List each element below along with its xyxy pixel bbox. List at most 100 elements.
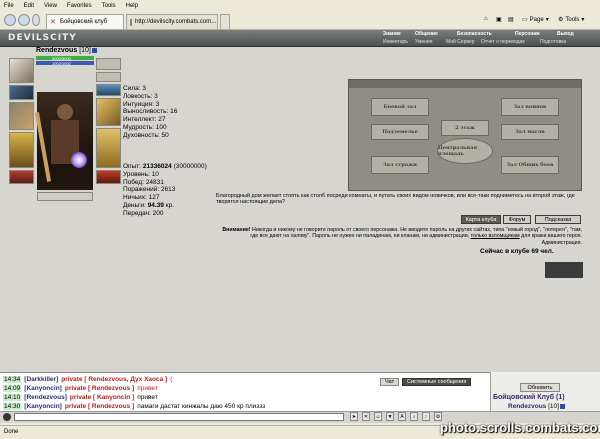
armor-slot[interactable] [9, 132, 34, 168]
character-name[interactable]: Rendezvous [10] [36, 47, 97, 54]
level-line: Уровень: 10 [123, 170, 159, 178]
chat-line: 14:30 [Kanyoncin] private [ Rendezvous ]… [3, 403, 266, 410]
magic-orb-icon [71, 152, 87, 168]
hp-bar: 5000/5000 [36, 56, 94, 61]
chevron-down-icon: ▾ [581, 17, 585, 23]
hackers-link[interactable]: только взломщикам [471, 233, 520, 239]
boots-slot[interactable] [96, 170, 121, 184]
tab-fight-club[interactable]: ✕ Бойцовский клуб [46, 14, 124, 29]
subnav-inventory[interactable]: Инвентарь [383, 39, 408, 45]
info-icon[interactable] [559, 403, 565, 409]
tab-chat[interactable]: Чат [380, 378, 400, 386]
menu-view[interactable]: View [44, 3, 57, 9]
print-icon[interactable]: ▤ [508, 16, 514, 23]
send-icon[interactable]: ➤ [350, 412, 358, 421]
subnav-preparation[interactable]: Подготовка [540, 39, 566, 45]
subnav-transfer-report[interactable]: Отчет о переводах [481, 39, 525, 45]
tab-devilscity[interactable]: http://devilscity.combats.com... [126, 14, 218, 29]
character-record: Опыт: 21336024 (30000000) Уровень: 10 По… [123, 163, 207, 218]
warning-tail: для кражи вашего героя. [521, 233, 582, 240]
room-common-fights-hall[interactable]: Зал Общих боев [501, 156, 559, 174]
page-menu[interactable]: ▭ Page ▾ [522, 16, 549, 24]
favorites-star-icon[interactable] [4, 14, 16, 26]
room-guard-hall[interactable]: Зал стражи [371, 156, 429, 174]
money: Деньги: 94.39 кр. [123, 201, 174, 209]
refresh-button[interactable]: Обновить [520, 383, 560, 392]
filter-icon[interactable]: ▼ [386, 412, 394, 421]
stat-strength: Сила: 3 [123, 85, 146, 92]
tab-title: http://devilscity.combats.com... [135, 19, 217, 25]
gear-icon: ⚙ [558, 17, 564, 23]
stat-agility: Ловкость: 3 [123, 92, 158, 100]
tab-system-messages[interactable]: Системные сообщения [402, 378, 472, 386]
room-battle-hall[interactable]: Боевой зал [371, 98, 429, 116]
room-dungeon[interactable]: Подземелье [371, 124, 429, 140]
nav-security[interactable]: Безопасность [457, 31, 492, 37]
menu-edit[interactable]: Edit [24, 3, 34, 9]
subnav-skills[interactable]: Умения [415, 39, 432, 45]
menu-help[interactable]: Help [126, 3, 138, 9]
draws: Ничьих: 127 [123, 194, 160, 202]
chevron-down-icon: ▾ [545, 17, 549, 23]
gloves-slot[interactable] [96, 98, 121, 126]
clear-icon[interactable]: ✕ [362, 412, 370, 421]
chat-line: 14:10 [Rendezvous] private [ Kanyoncin ]… [3, 394, 158, 401]
experience: Опыт: 21336024 (30000000) [123, 163, 207, 170]
belt-slot[interactable] [9, 170, 34, 184]
menu-file[interactable]: File [4, 3, 14, 9]
menu-tools[interactable]: Tools [102, 3, 116, 9]
administration-signature: Администрация. [541, 239, 582, 246]
subnav-my-server[interactable]: Мой Сервер [446, 39, 475, 45]
room-warriors-hall[interactable]: Зал воинов [501, 98, 559, 116]
crossed-swords-icon: ✕ [50, 18, 56, 26]
online-member[interactable]: Rendezvous [10] [508, 403, 565, 410]
weapon-slot[interactable] [9, 102, 34, 130]
staff-icon [34, 112, 52, 182]
stat-spirituality: Духовность: 50 [123, 131, 169, 139]
club-map-button[interactable]: Карта клуба [461, 215, 501, 224]
shield-slot[interactable] [96, 128, 121, 168]
club-map: Боевой зал Зал воинов Подземелье 2 этаж … [348, 79, 582, 191]
room-second-floor[interactable]: 2 этаж [441, 120, 489, 136]
clock-icon[interactable] [3, 413, 11, 421]
helmet-slot[interactable] [9, 58, 34, 83]
game-viewport: DEVILSCITY Знание Общение Безопасность П… [0, 30, 600, 372]
rings-slot[interactable] [96, 84, 121, 96]
chat-input[interactable] [14, 413, 344, 421]
info-icon[interactable] [91, 47, 97, 53]
club-online-title: Бойцовский Клуб (1) [493, 394, 565, 401]
earrings-slot[interactable] [96, 58, 121, 70]
smile-icon[interactable]: ☺ [374, 412, 382, 421]
character-avatar [34, 92, 93, 190]
feeds-icon[interactable]: ▣ [496, 16, 502, 23]
nav-exit[interactable]: Выход [557, 31, 574, 37]
room-central-square[interactable]: Центральная площадь [437, 138, 493, 164]
tools-menu[interactable]: ⚙ Tools ▾ [558, 16, 585, 24]
browser-menubar: File Edit View Favorites Tools Help [0, 0, 600, 11]
tab-list-icon[interactable] [32, 14, 40, 26]
new-tab-button[interactable] [220, 14, 230, 29]
hint-button[interactable]: Подсказка [535, 215, 581, 224]
menu-favorites[interactable]: Favorites [67, 3, 92, 9]
home-icon[interactable]: ⌂ [484, 16, 488, 22]
nav-communication[interactable]: Общение [415, 31, 438, 37]
mute-icon[interactable]: ♪ [410, 412, 418, 421]
warning-title: Внимание! [222, 227, 251, 233]
amulet-slot[interactable] [96, 72, 121, 82]
location-description: Благородный дом желает стоять как столб … [216, 193, 575, 206]
scroll-icon[interactable]: ↕ [422, 412, 430, 421]
transfers: Передач: 200 [123, 209, 164, 217]
room-mages-hall[interactable]: Зал магов [501, 124, 559, 140]
forum-button[interactable]: Форум [503, 215, 531, 224]
small-items-slots[interactable] [37, 192, 93, 201]
nav-character[interactable]: Персонаж [515, 31, 540, 37]
stat-intellect: Интеллект: 27 [123, 116, 166, 124]
nav-knowledge[interactable]: Знание [383, 31, 401, 37]
losses: Поражений: 2613 [123, 186, 176, 194]
translit-icon[interactable]: A [398, 412, 406, 421]
browser-tabbar: ✕ Бойцовский клуб http://devilscity.comb… [0, 11, 600, 30]
site-counter-badge[interactable] [545, 262, 583, 278]
bracers-slot[interactable] [9, 85, 34, 100]
add-favorite-icon[interactable] [18, 14, 30, 26]
watermark: photo.scrolls.combats.com [440, 420, 600, 435]
